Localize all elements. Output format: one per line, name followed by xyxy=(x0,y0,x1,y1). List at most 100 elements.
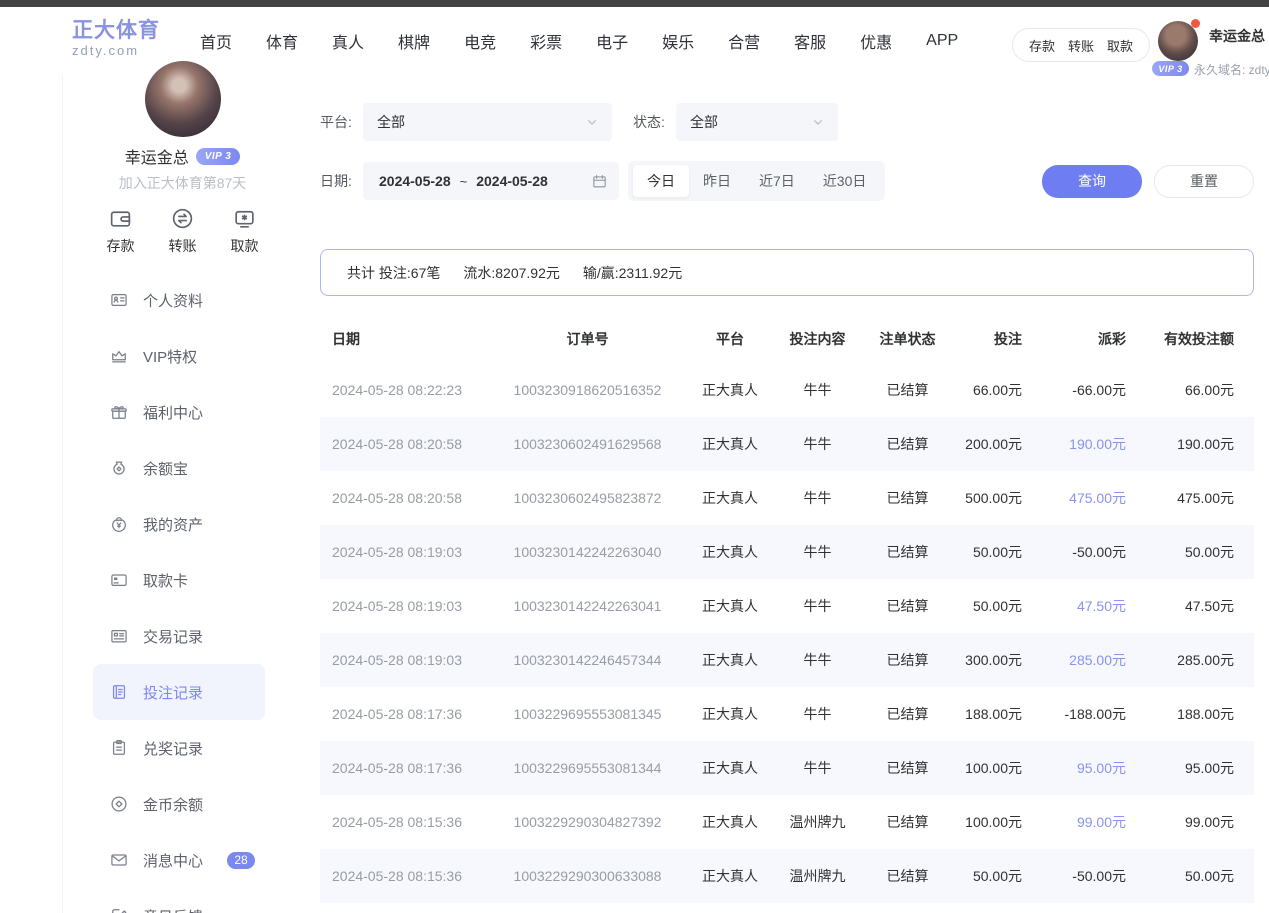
notification-dot xyxy=(1191,19,1200,28)
date-quick-ranges: 今日昨日近7日近30日 xyxy=(628,161,885,201)
sidebar-item[interactable]: 余额宝 xyxy=(93,440,265,496)
cell-order-number: 1003230142242263040 xyxy=(485,544,690,560)
bet-records-table: 日期 订单号 平台 投注内容 注单状态 投注 派彩 有效投注额 2024-05-… xyxy=(320,315,1254,903)
nav-item[interactable]: 电竞 xyxy=(464,29,496,53)
filter-row-2: 日期: 2024-05-28 ~ 2024-05-28 今日昨日近7日近30日 … xyxy=(320,161,1269,201)
date-quick-range[interactable]: 昨日 xyxy=(689,165,745,197)
sidebar-item[interactable]: 福利中心 xyxy=(93,384,265,440)
cell-date: 2024-05-28 08:19:03 xyxy=(320,544,485,560)
sidebar-item[interactable]: VIP特权 xyxy=(93,328,265,384)
brand-logo-icon: ZD xyxy=(18,18,64,60)
sidebar-item[interactable]: 消息中心 28 xyxy=(93,832,265,888)
cell-bet-content: 温州牌九 xyxy=(770,812,865,832)
cell-order-number: 1003230602495823872 xyxy=(485,490,690,506)
sidebar-item[interactable]: 我的资产 xyxy=(93,496,265,552)
vip-badge: VIP 3 xyxy=(1152,61,1189,76)
wallet-action[interactable]: 转账 xyxy=(1068,36,1094,55)
status-select[interactable]: 全部 xyxy=(676,103,838,141)
nav-item[interactable]: 合营 xyxy=(728,29,760,53)
profile-card: 幸运金总 VIP 3 加入正大体育第87天 存款 转账 xyxy=(63,61,302,256)
cell-date: 2024-05-28 08:20:58 xyxy=(320,436,485,452)
summary-item: 输/赢:2311.92元 xyxy=(583,263,682,283)
calendar-icon xyxy=(591,173,608,190)
sidebar-item[interactable]: 兑奖记录 xyxy=(93,720,265,776)
filter-row-1: 平台: 全部 状态: 全部 xyxy=(320,103,1269,141)
reset-button[interactable]: 重置 xyxy=(1154,165,1254,198)
nav-item[interactable]: 棋牌 xyxy=(398,29,430,53)
top-navigation: 首页 体育 真人 棋牌 电竞 彩票 电子 娱乐 合营 客服 优惠 APP xyxy=(200,7,958,75)
cell-status: 已结算 xyxy=(865,758,950,778)
user-name: 幸运金总总 xyxy=(1209,26,1269,46)
col-date: 日期 xyxy=(320,329,485,349)
nav-item[interactable]: 电子 xyxy=(596,29,628,53)
brand-logo[interactable]: ZD 正大体育 zdty.com xyxy=(18,18,160,60)
summary-bar: 共计 投注:67笔流水:8207.92元输/赢:2311.92元 xyxy=(320,249,1254,296)
quick-action[interactable]: 转账 xyxy=(169,206,197,256)
col-platform: 平台 xyxy=(690,329,770,349)
date-quick-range[interactable]: 今日 xyxy=(633,165,689,197)
cell-platform: 正大真人 xyxy=(690,380,770,400)
avatar[interactable] xyxy=(145,61,221,137)
cell-bet-content: 牛牛 xyxy=(770,380,865,400)
quick-action-icon xyxy=(232,206,257,231)
page: ZD 正大体育 zdty.com 首页 体育 真人 棋牌 电竞 彩票 电子 娱乐 合营 客服 优惠 A… xyxy=(0,0,1269,913)
quick-action[interactable]: 存款 xyxy=(107,206,135,256)
platform-select[interactable]: 全部 xyxy=(363,103,612,141)
sidebar-item-icon xyxy=(109,290,129,310)
nav-item[interactable]: 首页 xyxy=(200,29,232,53)
cell-bet-amount: 500.00元 xyxy=(950,488,1030,508)
sidebar-item-label: 个人资料 xyxy=(143,290,203,311)
cell-valid-bet: 99.00元 xyxy=(1130,812,1254,832)
cell-payout: -50.00元 xyxy=(1030,542,1130,562)
cell-platform: 正大真人 xyxy=(690,758,770,778)
sidebar-item[interactable]: 交易记录 xyxy=(93,608,265,664)
nav-item[interactable]: 真人 xyxy=(332,29,364,53)
date-quick-range[interactable]: 近7日 xyxy=(745,165,809,197)
date-quick-range[interactable]: 近30日 xyxy=(809,165,881,197)
col-content: 投注内容 xyxy=(770,329,865,349)
wallet-action[interactable]: 存款 xyxy=(1029,36,1055,55)
cell-status: 已结算 xyxy=(865,812,950,832)
sidebar-item-icon xyxy=(109,346,129,366)
col-status: 注单状态 xyxy=(865,329,950,349)
date-range-picker[interactable]: 2024-05-28 ~ 2024-05-28 xyxy=(363,162,619,200)
sidebar-item[interactable]: 个人资料 xyxy=(93,272,265,328)
sidebar-item-icon xyxy=(109,794,129,814)
cell-valid-bet: 50.00元 xyxy=(1130,866,1254,886)
quick-action[interactable]: 取款 xyxy=(231,206,259,256)
date-separator: ~ xyxy=(460,174,468,189)
cell-date: 2024-05-28 08:17:36 xyxy=(320,706,485,722)
cell-payout: -50.00元 xyxy=(1030,866,1130,886)
cell-bet-content: 牛牛 xyxy=(770,542,865,562)
cell-status: 已结算 xyxy=(865,434,950,454)
wallet-action[interactable]: 取款 xyxy=(1107,36,1133,55)
sidebar-item-icon xyxy=(109,402,129,422)
cell-order-number: 1003229290300633088 xyxy=(485,868,690,884)
nav-item[interactable]: 优惠 xyxy=(860,29,892,53)
cell-payout: 99.00元 xyxy=(1030,812,1130,832)
header-user[interactable]: VIP 3 幸运金总总 永久域名: zdty xyxy=(1152,19,1269,77)
sidebar-menu: 个人资料 VIP特权 福利中心 余额宝 xyxy=(63,272,302,913)
unread-badge: 28 xyxy=(227,852,255,869)
cell-status: 已结算 xyxy=(865,596,950,616)
cell-platform: 正大真人 xyxy=(690,650,770,670)
sidebar-item[interactable]: 取款卡 xyxy=(93,552,265,608)
sidebar-item-label: 意见反馈 xyxy=(143,906,203,913)
cell-date: 2024-05-28 08:20:58 xyxy=(320,490,485,506)
nav-item[interactable]: APP xyxy=(926,32,958,50)
sidebar-item-label: 交易记录 xyxy=(143,626,203,647)
cell-bet-amount: 50.00元 xyxy=(950,542,1030,562)
table-body: 2024-05-28 08:22:23 1003230918620516352 … xyxy=(320,363,1254,903)
cell-bet-content: 牛牛 xyxy=(770,434,865,454)
nav-item[interactable]: 彩票 xyxy=(530,29,562,53)
brand-logo-letters: ZD xyxy=(18,22,62,58)
nav-item[interactable]: 客服 xyxy=(794,29,826,53)
sidebar-item[interactable]: 金币余额 xyxy=(93,776,265,832)
nav-item[interactable]: 体育 xyxy=(266,29,298,53)
search-button[interactable]: 查询 xyxy=(1042,165,1142,198)
cell-bet-amount: 100.00元 xyxy=(950,758,1030,778)
cell-valid-bet: 190.00元 xyxy=(1130,434,1254,454)
sidebar-item[interactable]: 意见反馈 xyxy=(93,888,265,913)
sidebar-item[interactable]: 投注记录 xyxy=(93,664,265,720)
nav-item[interactable]: 娱乐 xyxy=(662,29,694,53)
